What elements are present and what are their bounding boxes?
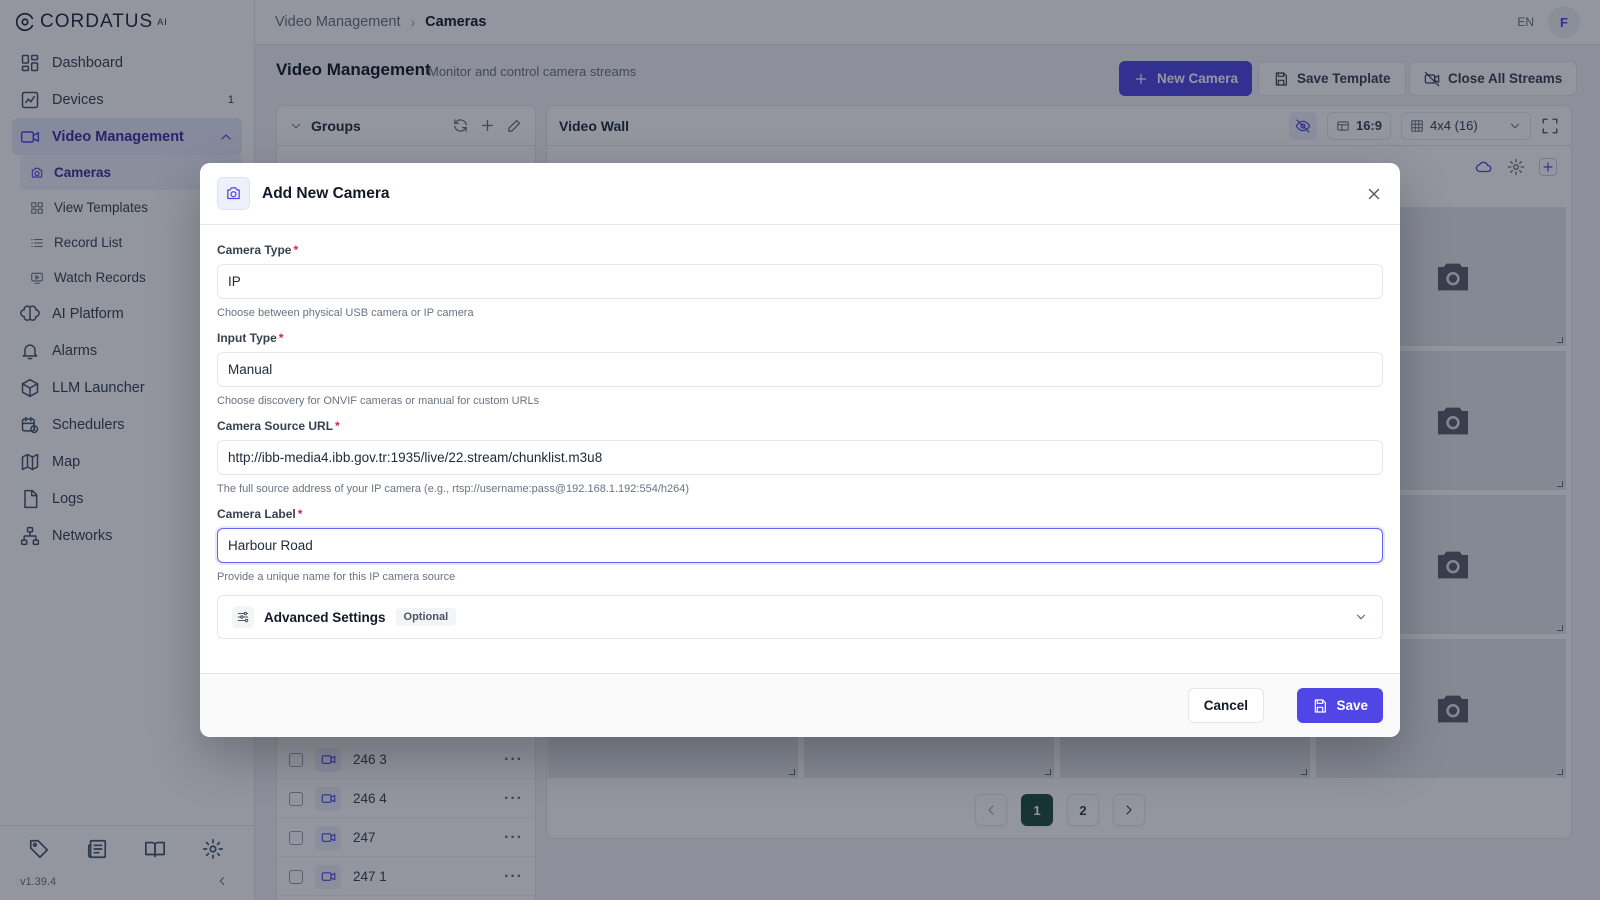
camera-type-help: Choose between physical USB camera or IP… — [217, 307, 474, 319]
input-type-field: Input Type * Manual Choose discovery for … — [217, 331, 1383, 407]
advanced-settings-title: Advanced Settings — [264, 609, 386, 625]
advanced-settings-toggle[interactable]: Advanced Settings Optional — [217, 595, 1383, 639]
source-url-help: The full source address of your IP camer… — [217, 483, 690, 495]
sliders-icon — [237, 611, 249, 623]
close-button[interactable] — [1365, 185, 1383, 203]
cancel-button[interactable]: Cancel — [1187, 688, 1264, 723]
input-type-help: Choose discovery for ONVIF cameras or ma… — [217, 395, 540, 407]
required-mark: * — [278, 331, 284, 345]
optional-badge: Optional — [395, 608, 457, 626]
input-type-label: Input Type * — [217, 331, 1383, 345]
dialog-body: Camera Type * IP Choose between physical … — [200, 225, 1400, 639]
camera-label-field: Camera Label * Harbour Road Provide a uni… — [217, 507, 1383, 583]
camera-type-label: Camera Type * — [217, 243, 1383, 257]
required-mark: * — [293, 243, 299, 257]
dialog-header: Add New Camera — [200, 163, 1400, 225]
dialog-footer: Cancel Save — [200, 673, 1400, 737]
dialog-title: Add New Camera — [262, 184, 390, 202]
camera-type-field: Camera Type * IP Choose between physical … — [217, 243, 1383, 319]
camera-type-select[interactable]: IP — [217, 264, 1383, 299]
dialog-camera-icon-box — [217, 177, 250, 210]
save-button[interactable]: Save — [1297, 688, 1383, 723]
camera-icon — [227, 187, 240, 200]
advanced-chevron — [1354, 610, 1368, 624]
chevron-down-icon — [1356, 614, 1366, 620]
camera-label-label: Camera Label * — [217, 507, 1383, 521]
input-type-select[interactable]: Manual — [217, 352, 1383, 387]
save-icon — [1315, 698, 1327, 713]
required-mark: * — [335, 419, 340, 433]
source-url-field: Camera Source URL * http://ibb-media4.ibb… — [217, 419, 1383, 495]
required-mark: * — [297, 507, 303, 521]
label-text: Input Type — [217, 331, 277, 345]
save-label: Save — [1336, 698, 1368, 713]
label-text: Camera Type — [217, 243, 292, 257]
camera-label-help: Provide a unique name for this IP camera… — [217, 571, 456, 583]
close-icon — [1368, 188, 1380, 199]
camera-label-input[interactable]: Harbour Road — [217, 528, 1383, 563]
add-camera-dialog: Add New Camera Camera Type * IP Choose be… — [200, 163, 1400, 737]
label-text: Camera Label — [217, 507, 296, 521]
source-url-input[interactable]: http://ibb-media4.ibb.gov.tr:1935/live/2… — [217, 440, 1383, 475]
label-text: Camera Source URL — [217, 419, 334, 433]
sliders-icon-box — [232, 606, 254, 628]
source-url-label: Camera Source URL * — [217, 419, 1383, 433]
